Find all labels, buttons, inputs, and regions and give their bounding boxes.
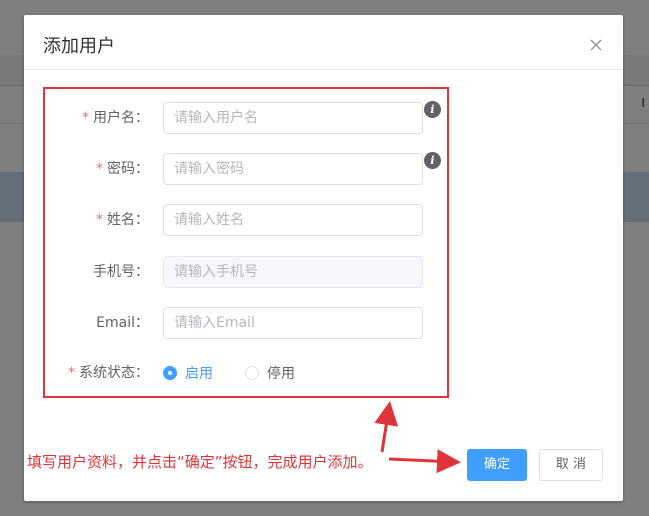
name-label: * 姓名： [96, 212, 149, 228]
required-mark: * [82, 110, 89, 126]
form-row-name: * 姓名： [24, 204, 623, 236]
email-input[interactable] [163, 307, 423, 339]
username-input[interactable] [163, 102, 423, 134]
phone-label: 手机号： [93, 264, 149, 280]
form-row-password: * 密码： i [24, 152, 623, 185]
form-row-username: *用户名： i [24, 101, 623, 134]
radio-label-disabled: 停用 [267, 366, 295, 382]
confirm-button[interactable]: 确定 [467, 449, 527, 481]
email-label: Email： [96, 315, 149, 331]
required-mark: * [96, 212, 103, 228]
status-radio-disabled[interactable]: 停用 [245, 357, 295, 389]
close-icon[interactable] [590, 39, 602, 51]
phone-input [163, 256, 423, 288]
required-mark: * [96, 161, 103, 177]
cancel-button[interactable]: 取 消 [539, 449, 603, 481]
form-row-status: * 系统状态： 启用 停用 [24, 357, 623, 389]
form-row-email: Email： [24, 307, 623, 339]
status-radio-enabled[interactable]: 启用 [163, 357, 213, 389]
username-label: * 用户名： [82, 110, 149, 126]
instruction-annotation: 填写用户资料，并点击“确定”按钮，完成用户添加。 [27, 453, 373, 471]
required-mark: * [68, 365, 75, 381]
dialog-header: 添加用户 [24, 15, 623, 70]
add-user-dialog: 添加用户 *用户名： i *密码： i *姓名： 手机号： Email： *系统… [24, 15, 623, 501]
name-input[interactable] [163, 204, 423, 236]
form-row-phone: 手机号： [24, 256, 623, 288]
password-input[interactable] [163, 153, 423, 185]
dialog-title: 添加用户 [43, 36, 115, 57]
info-icon[interactable]: i [424, 152, 441, 169]
status-label: * 系统状态： [68, 365, 149, 381]
info-icon[interactable]: i [424, 101, 441, 118]
radio-unchecked-icon [245, 366, 259, 380]
password-label: * 密码： [96, 161, 149, 177]
radio-checked-icon [163, 366, 177, 380]
radio-label-enabled: 启用 [185, 366, 213, 382]
